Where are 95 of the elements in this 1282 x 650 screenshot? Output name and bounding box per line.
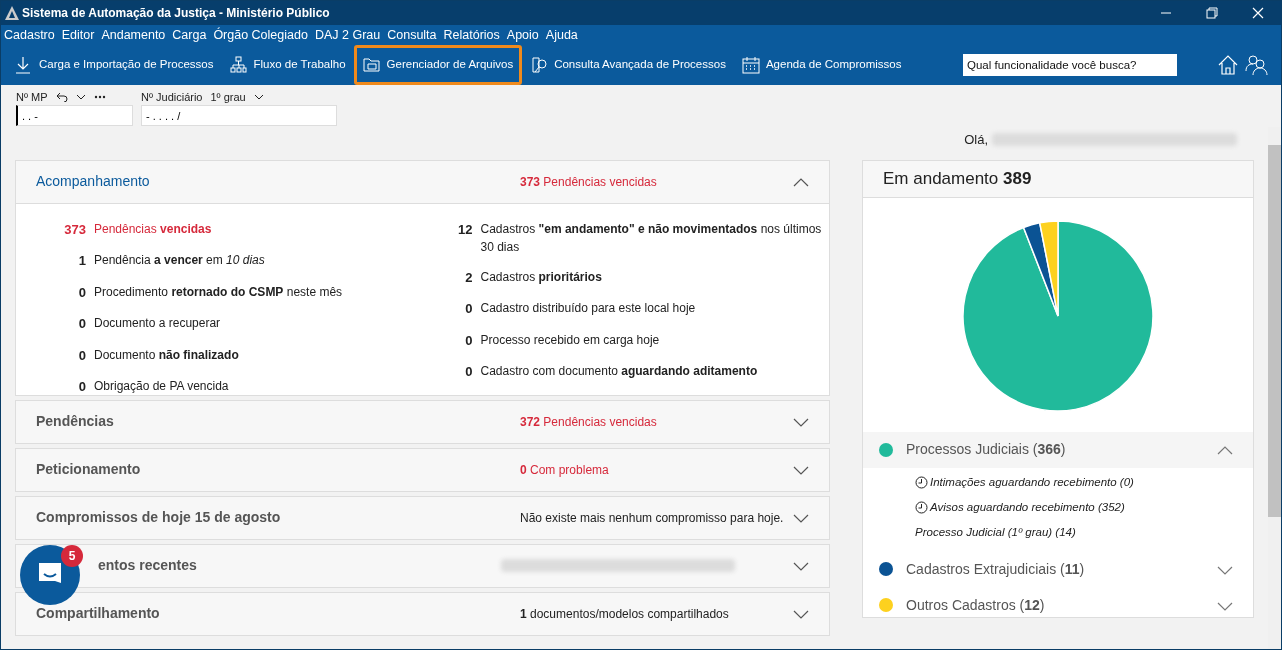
section-header[interactable]: Pendências 372 Pendências vencidas [15, 399, 830, 444]
section-title: Pendências [36, 412, 115, 431]
count: 373 [63, 220, 86, 239]
chevron-down-icon[interactable] [793, 609, 809, 619]
input-field[interactable]: . . - [16, 105, 133, 126]
item-text: Processo recebido em carga hoje [480, 331, 660, 349]
chevron-down-icon[interactable] [75, 94, 86, 100]
section-header[interactable]: Compartilhamento 1 documentos/modelos compartilhados [15, 591, 830, 636]
undo-icon[interactable] [55, 92, 68, 102]
item-text: Cadastro distribuído para este local hoje [480, 300, 696, 317]
item-text: Pendência a vencer em 10 dias [94, 252, 265, 269]
item-text: Obrigação de PA vencida [94, 378, 229, 395]
section-summary: 372 Pendências vencidas [520, 413, 658, 431]
users-icon[interactable] [1245, 54, 1269, 76]
count: 0 [77, 283, 86, 302]
legend-item[interactable]: Processos Judiciais (366) [863, 431, 1253, 468]
field-label: Nº MP [16, 89, 48, 105]
folder-icon [362, 56, 381, 74]
count: 2 [464, 268, 473, 287]
section-summary: 0 Com problema [520, 461, 610, 479]
menu-item[interactable]: Apoio [506, 25, 539, 45]
document-search-icon [530, 56, 549, 74]
section-title: Acompanhamento [36, 172, 151, 191]
clock-icon [915, 500, 928, 514]
toolbar-button[interactable]: Fluxo de Trabalho [221, 51, 354, 79]
calendar-icon [741, 56, 760, 74]
count: 12 [457, 220, 473, 239]
greeting-text: Olá, [964, 131, 988, 149]
count: 0 [464, 300, 473, 318]
more-icon[interactable] [93, 95, 106, 99]
legend-label: Outros Cadastros (12) [906, 595, 1046, 615]
logo-icon [5, 6, 19, 20]
toolbar-button[interactable]: Agenda de Compromissos [733, 51, 910, 79]
chevron-down-icon[interactable] [793, 465, 809, 475]
item-text: Documento a recuperar [94, 315, 221, 332]
item-text: Documento não finalizado [94, 346, 239, 364]
section-title: entos recentes [98, 556, 198, 575]
item-text: Cadastros "em andamento" e não movimentados nos últimos 30 dias [480, 220, 823, 256]
sub-item-text[interactable]: Avisos aguardando recebimento (352) [930, 498, 1125, 516]
menu-item[interactable]: Cadastro [4, 25, 55, 45]
toolbar-button[interactable]: Carga e Importação de Processos [7, 51, 222, 79]
menu-item[interactable]: Andamento [101, 25, 166, 45]
menu-item[interactable]: Órgão Colegiado [213, 25, 308, 45]
count: 0 [77, 315, 86, 333]
section-summary: 1 documentos/modelos compartilhados [520, 605, 730, 623]
count: 1 [77, 252, 86, 270]
legend-label: Processos Judiciais (366) [906, 440, 1067, 459]
count: 0 [464, 363, 473, 381]
clock-icon [915, 475, 928, 489]
menu-item[interactable]: Carga [172, 25, 207, 45]
sub-item-text[interactable]: Intimações aguardando recebimento (0) [930, 473, 1134, 491]
scrollbar-thumb[interactable] [1268, 145, 1281, 517]
card-title: Em andamento 389 [883, 167, 1032, 190]
restore-icon [1206, 7, 1218, 19]
legend-item[interactable]: Cadastros Extrajudiciais (11) [863, 551, 1253, 588]
toolbar-button[interactable]: Consulta Avançada de Processos [522, 51, 734, 79]
toolbar-button[interactable]: Gerenciador de Arquivos [353, 45, 523, 85]
hierarchy-icon [229, 56, 248, 74]
section-summary: 373 Pendências vencidas [520, 173, 658, 191]
section-header[interactable]: Acompanhamento 373 Pendências vencidas [15, 159, 830, 204]
section-title: Compartilhamento [36, 604, 161, 623]
chevron-down-icon[interactable] [253, 94, 264, 100]
item-text: Cadastros prioritários [480, 268, 602, 286]
chevron-down-icon[interactable] [793, 513, 809, 523]
legend-label: Cadastros Extrajudiciais (11) [906, 559, 1086, 579]
home-icon[interactable] [1217, 54, 1239, 76]
item-text: Cadastro com documento aguardando aditamento [480, 363, 758, 380]
menu-item[interactable]: Ajuda [545, 25, 578, 45]
menu-item[interactable]: Relatórios [443, 25, 500, 45]
section-title: Compromissos de hoje 15 de agosto [36, 508, 282, 527]
count: 0 [464, 331, 473, 350]
input-field[interactable]: - . . . . / [141, 105, 337, 126]
item-text: Pendências vencidas [94, 220, 212, 238]
item-text: Procedimento retornado do CSMP neste mês [94, 283, 343, 301]
count: 0 [77, 378, 86, 396]
section-header[interactable]: Peticionamento 0 Com problema [15, 447, 830, 492]
search-field[interactable]: Qual funcionalidade você busca? [963, 54, 1177, 76]
close-icon [1252, 7, 1264, 19]
menu-item[interactable]: DAJ 2 Grau [314, 25, 381, 45]
menu-item[interactable]: Editor [61, 25, 95, 45]
section-summary: Não existe mais nenhum compromisso para hoje. [520, 509, 785, 527]
count: 0 [77, 346, 86, 365]
section-title: Peticionamento [36, 460, 142, 479]
field-label: Nº Judiciário [141, 89, 203, 105]
window-title: Sistema de Automação da Justiça - Ministério Público [22, 5, 330, 22]
grade-selector[interactable]: 1º grau [210, 88, 246, 106]
sub-item-text[interactable]: Processo Judicial (1º grau) (14) [915, 524, 1076, 542]
menu-item[interactable]: Consulta [387, 25, 437, 45]
download-icon [15, 56, 33, 74]
chevron-up-icon[interactable] [1217, 445, 1233, 455]
legend-item[interactable]: Outros Cadastros (12) [863, 587, 1253, 624]
section-header[interactable]: Compromissos de hoje 15 de agosto Não existe mais nenhum compromisso para hoje. [15, 495, 830, 540]
chevron-down-icon[interactable] [793, 561, 809, 571]
chevron-up-icon[interactable] [793, 177, 809, 187]
chevron-down-icon[interactable] [793, 417, 809, 427]
